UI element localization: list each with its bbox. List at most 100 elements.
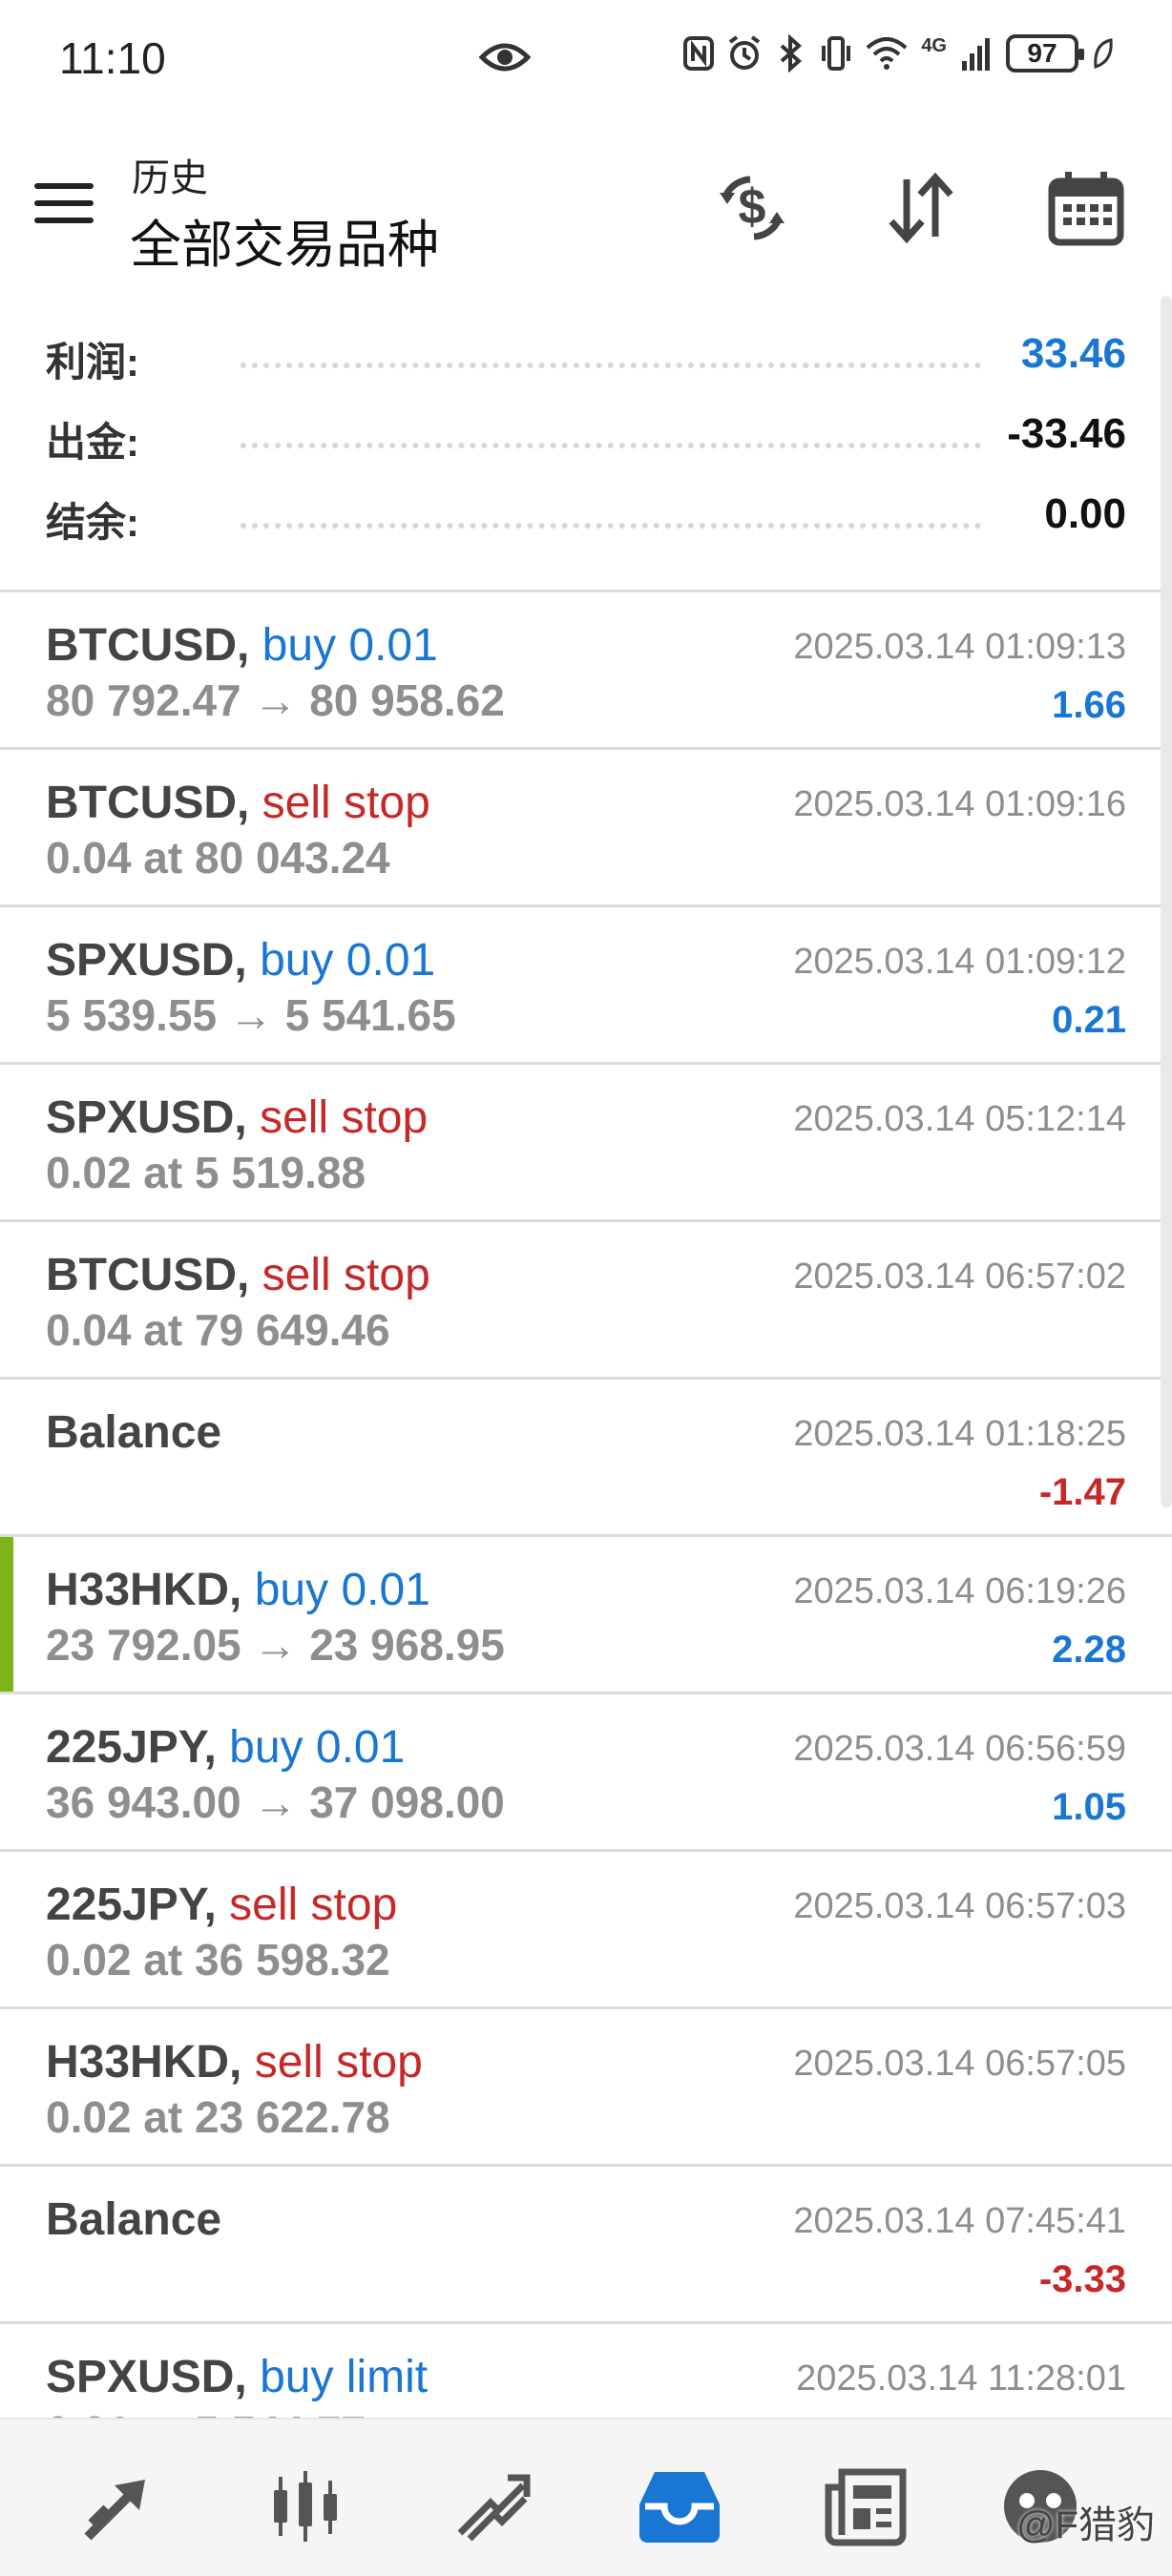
trade-row[interactable]: H33HKD, sell stop 0.02 at 23 622.78 2025.0… bbox=[0, 2009, 1172, 2167]
trade-profit: 2.28 bbox=[1052, 1629, 1126, 1671]
trade-profit: 1.66 bbox=[1052, 684, 1126, 726]
nav-trade[interactable] bbox=[445, 2463, 540, 2549]
trade-price: 0.02 at 36 598.32 bbox=[46, 1935, 390, 1984]
trade-time: 2025.03.14 06:19:26 bbox=[793, 1571, 1126, 1611]
trade-type: sell stop bbox=[262, 778, 430, 828]
nav-news[interactable] bbox=[819, 2463, 914, 2549]
dot-leader bbox=[241, 363, 981, 368]
trade-type: buy 0.01 bbox=[229, 1722, 406, 1773]
history-icon bbox=[639, 2472, 720, 2543]
vibrate-icon bbox=[822, 36, 851, 71]
trade-price: 36 943.00 → 37 098.00 bbox=[46, 1777, 505, 1827]
trade-time: 2025.03.14 01:09:16 bbox=[793, 784, 1126, 824]
svg-text:$: $ bbox=[739, 179, 766, 235]
signal-icon bbox=[962, 38, 990, 71]
symbol-name: SPXUSD, bbox=[46, 935, 247, 986]
trade-time: 2025.03.14 11:28:01 bbox=[796, 2358, 1126, 2399]
withdrawal-value: -33.46 bbox=[1007, 410, 1126, 457]
news-icon bbox=[825, 2468, 907, 2546]
trade-type: buy limit bbox=[260, 2352, 429, 2402]
symbol-name: H33HKD, bbox=[46, 2037, 242, 2088]
trade-time: 2025.03.14 06:57:02 bbox=[793, 1257, 1126, 1297]
wifi-icon bbox=[866, 37, 908, 70]
balance-row[interactable]: Balance 2025.03.14 01:18:25 -1.47 bbox=[0, 1380, 1172, 1537]
profit-value: 33.46 bbox=[1020, 330, 1126, 377]
symbol-name: 225JPY, bbox=[46, 1722, 217, 1773]
nav-chart[interactable] bbox=[258, 2463, 353, 2549]
app-bar: 历史 全部交易品种 $ bbox=[0, 134, 1172, 286]
trade-type: sell stop bbox=[229, 1880, 398, 1930]
summary-row-profit: 利润: 33.46 bbox=[0, 315, 1172, 395]
eye-icon bbox=[479, 43, 531, 72]
trade-price: 0.04 at 80 043.24 bbox=[46, 833, 390, 883]
bluetooth-icon bbox=[780, 34, 803, 73]
trade-profit: 1.05 bbox=[1052, 1786, 1126, 1828]
scrollbar[interactable] bbox=[1161, 296, 1172, 1507]
trade-symbol: H33HKD, sell stop bbox=[46, 2036, 423, 2088]
battery-icon: 97 bbox=[1006, 34, 1084, 73]
trade-time: 2025.03.14 01:09:13 bbox=[793, 627, 1126, 667]
trade-row[interactable]: H33HKD, buy 0.01 23 792.05 → 23 968.95 202… bbox=[0, 1537, 1172, 1694]
trade-time: 2025.03.14 01:09:12 bbox=[793, 942, 1126, 982]
trade-row[interactable]: BTCUSD, buy 0.01 80 792.47 → 80 958.62 202… bbox=[0, 592, 1172, 750]
trade-row[interactable]: BTCUSD, sell stop 0.04 at 80 043.24 2025.0… bbox=[0, 750, 1172, 907]
history-list: BTCUSD, buy 0.01 80 792.47 → 80 958.62 202… bbox=[0, 590, 1172, 2482]
nav-history[interactable] bbox=[632, 2463, 727, 2549]
trade-symbol: SPXUSD, buy limit bbox=[46, 2351, 428, 2403]
balance-row[interactable]: Balance 2025.03.14 07:45:41 -3.33 bbox=[0, 2167, 1172, 2324]
trade-row[interactable]: 225JPY, sell stop 0.02 at 36 598.32 2025.0… bbox=[0, 1852, 1172, 2009]
status-icons: 4G 97 bbox=[682, 34, 1115, 73]
currency-exchange-icon[interactable]: $ bbox=[712, 168, 792, 248]
trade-symbol: BTCUSD, buy 0.01 bbox=[46, 619, 438, 672]
trade-time: 2025.03.14 01:18:25 bbox=[793, 1414, 1126, 1454]
trade-row[interactable]: SPXUSD, buy 0.01 5 539.55 → 5 541.65 2025.… bbox=[0, 907, 1172, 1065]
symbol-name: Balance bbox=[46, 2194, 222, 2245]
page-title: 历史 bbox=[132, 157, 208, 199]
trade-symbol: H33HKD, buy 0.01 bbox=[46, 1564, 430, 1616]
trade-time: 2025.03.14 06:56:59 bbox=[793, 1729, 1126, 1769]
trade-type: buy 0.01 bbox=[260, 935, 436, 986]
withdrawal-label: 出金: bbox=[46, 420, 139, 465]
trade-symbol: 225JPY, buy 0.01 bbox=[46, 1721, 405, 1774]
sort-icon[interactable] bbox=[880, 168, 960, 248]
trade-time: 2025.03.14 06:57:03 bbox=[793, 1886, 1126, 1926]
trade-row[interactable]: BTCUSD, sell stop 0.04 at 79 649.46 2025.0… bbox=[0, 1222, 1172, 1380]
trade-price: 0.02 at 5 519.88 bbox=[46, 1148, 366, 1197]
trade-row[interactable]: 225JPY, buy 0.01 36 943.00 → 37 098.00 202… bbox=[0, 1694, 1172, 1852]
alarm-icon bbox=[729, 35, 761, 70]
watermark: @F猎豹 bbox=[1015, 2504, 1155, 2546]
trade-symbol: Balance bbox=[46, 2193, 221, 2246]
quotes-icon bbox=[84, 2480, 145, 2541]
nav-quotes[interactable] bbox=[71, 2463, 166, 2549]
trade-symbol: 225JPY, sell stop bbox=[46, 1879, 397, 1931]
menu-icon[interactable] bbox=[34, 183, 94, 231]
trade-profit: -1.47 bbox=[1038, 1471, 1126, 1513]
profit-label: 利润: bbox=[46, 340, 139, 384]
symbol-name: SPXUSD, bbox=[46, 1092, 247, 1143]
bottom-navigation: @F猎豹 bbox=[0, 2418, 1172, 2576]
trade-price: 80 792.47 → 80 958.62 bbox=[46, 675, 505, 725]
nfc-icon bbox=[683, 36, 715, 71]
calendar-icon[interactable] bbox=[1046, 168, 1126, 248]
dot-leader bbox=[241, 523, 981, 529]
trade-row[interactable]: SPXUSD, sell stop 0.02 at 5 519.88 2025.03… bbox=[0, 1065, 1172, 1222]
symbol-name: Balance bbox=[46, 1407, 222, 1458]
symbol-name: 225JPY, bbox=[46, 1880, 217, 1930]
symbol-name: BTCUSD, bbox=[46, 778, 250, 828]
network-type: 4G bbox=[921, 34, 947, 56]
trade-price: 23 792.05 → 23 968.95 bbox=[46, 1620, 505, 1670]
chart-icon bbox=[274, 2471, 337, 2542]
trade-time: 2025.03.14 05:12:14 bbox=[793, 1099, 1126, 1139]
symbol-filter[interactable]: 全部交易品种 bbox=[130, 202, 439, 278]
trade-type: buy 0.01 bbox=[254, 1565, 430, 1615]
trade-type: sell stop bbox=[262, 1250, 430, 1300]
trade-symbol: SPXUSD, sell stop bbox=[46, 1091, 428, 1144]
trade-icon bbox=[457, 2474, 531, 2542]
trade-price: 0.04 at 79 649.46 bbox=[46, 1305, 390, 1355]
trade-profit: 0.21 bbox=[1052, 999, 1126, 1041]
status-bar: 11:10 4G 97 bbox=[0, 0, 1172, 114]
trade-time: 2025.03.14 07:45:41 bbox=[793, 2201, 1126, 2241]
symbol-name: BTCUSD, bbox=[46, 620, 250, 671]
trade-symbol: SPXUSD, buy 0.01 bbox=[46, 934, 435, 987]
trade-price: 0.02 at 23 622.78 bbox=[46, 2092, 390, 2142]
